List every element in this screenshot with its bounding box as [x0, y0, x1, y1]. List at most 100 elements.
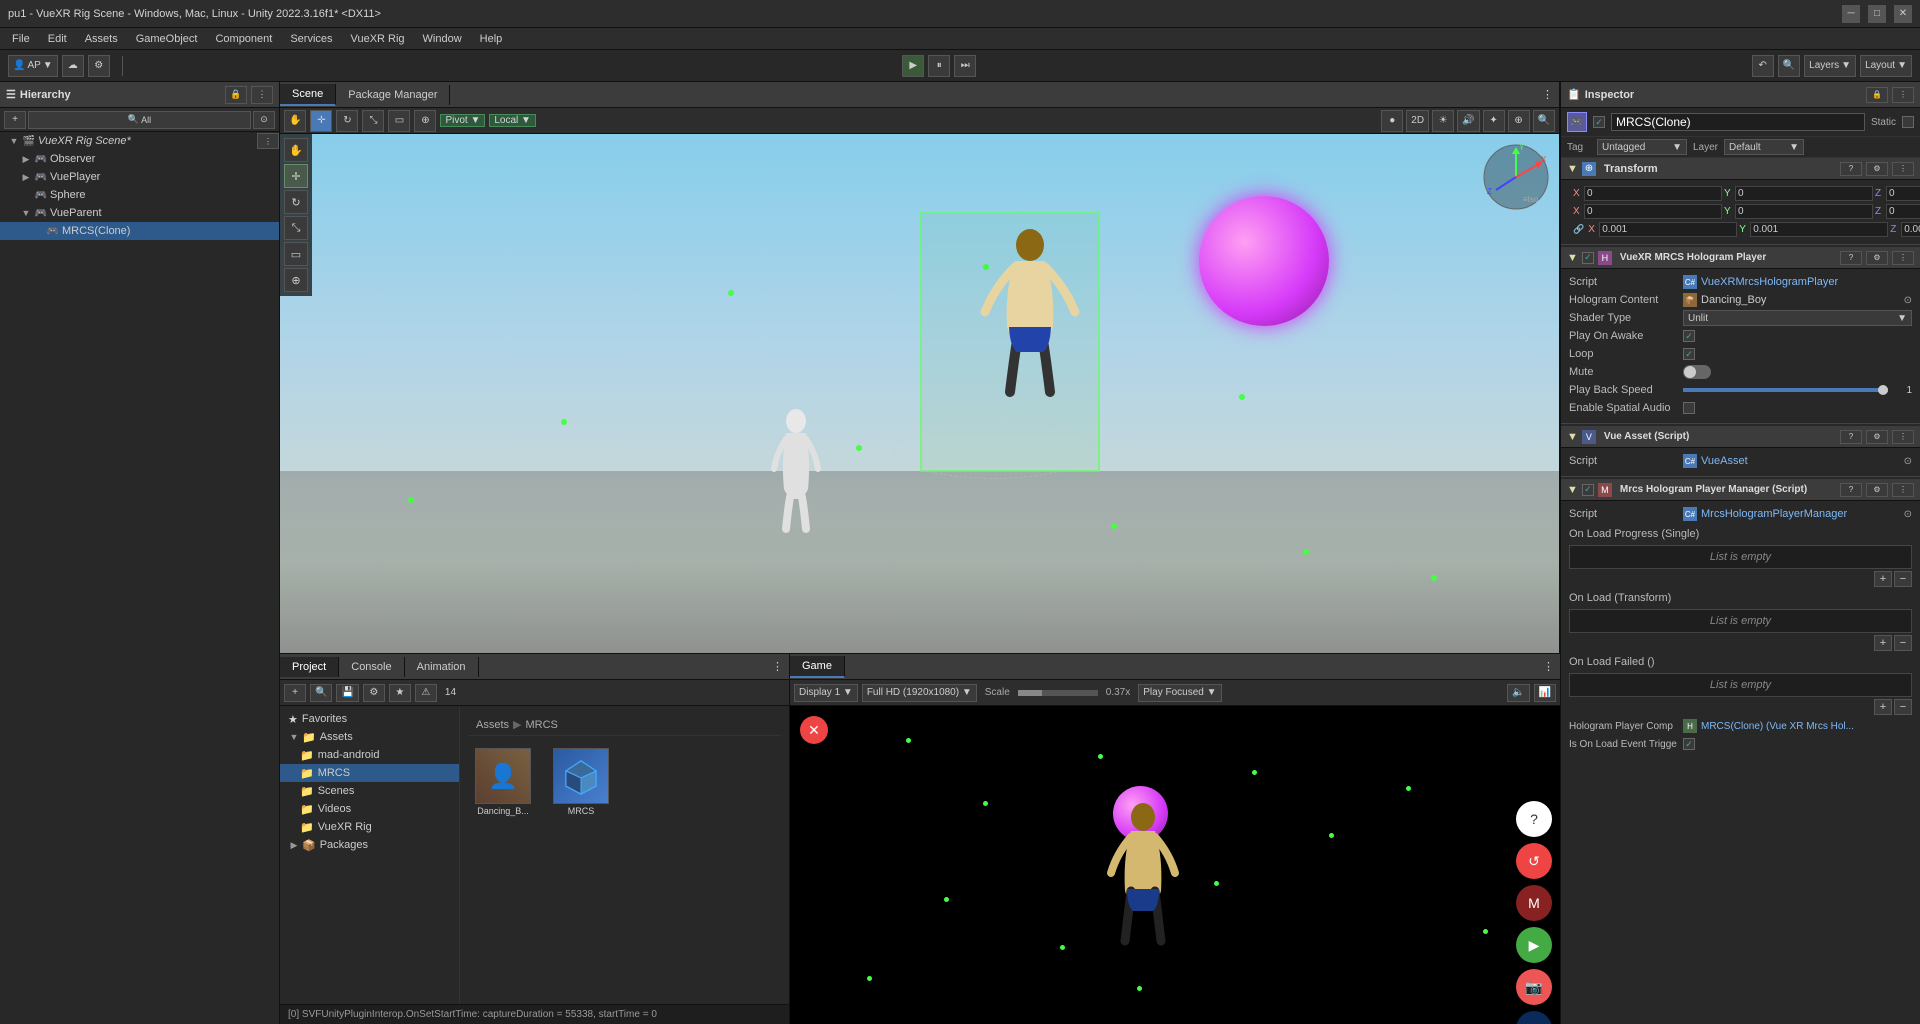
hierarchy-item-sphere[interactable]: 🎮 Sphere	[0, 186, 279, 204]
rotation-z-field[interactable]	[1886, 204, 1920, 219]
position-x-field[interactable]	[1584, 186, 1722, 201]
scale-y-field[interactable]	[1750, 222, 1888, 237]
scene-tab-menu-icon[interactable]: ⋮	[1536, 88, 1559, 101]
manager-active-checkbox[interactable]	[1582, 484, 1594, 496]
hand-tool[interactable]: ✋	[284, 138, 308, 162]
hand-tool-button[interactable]: ✋	[284, 110, 306, 132]
game-display-dropdown[interactable]: Display 1 ▼	[794, 684, 858, 702]
manager-script-target-button[interactable]: ⊙	[1904, 509, 1912, 520]
component-active-checkbox[interactable]	[1582, 252, 1594, 264]
game-meta-button[interactable]: M	[1516, 885, 1552, 921]
hierarchy-item-vueparent[interactable]: ▼ 🎮 VueParent	[0, 204, 279, 222]
menu-window[interactable]: Window	[415, 31, 470, 47]
play-on-awake-checkbox[interactable]	[1683, 330, 1695, 342]
hologram-content-target-button[interactable]: ⊙	[1904, 295, 1912, 306]
on-load-progress-add-button[interactable]: +	[1874, 571, 1892, 587]
rotation-x-field[interactable]	[1584, 204, 1722, 219]
project-add-button[interactable]: +	[284, 684, 306, 702]
pivot-dropdown[interactable]: Pivot ▼	[440, 114, 485, 127]
project-warning-button[interactable]: ⚠	[415, 684, 437, 702]
hierarchy-item-vueplayer[interactable]: ▶ 🎮 VuePlayer	[0, 168, 279, 186]
manager-menu-button[interactable]: ⋮	[1892, 483, 1914, 497]
mad-android-item[interactable]: 📁 mad-android	[280, 746, 459, 764]
object-name-field[interactable]	[1611, 113, 1865, 131]
spatial-audio-checkbox[interactable]	[1683, 402, 1695, 414]
game-tab[interactable]: Game	[790, 656, 845, 678]
project-menu-icon[interactable]: ⋮	[766, 660, 789, 673]
audio-button[interactable]: 🔊	[1457, 110, 1479, 132]
position-y-field[interactable]	[1735, 186, 1873, 201]
scene-menu-button[interactable]: ⋮	[257, 133, 279, 149]
scale-x-field[interactable]	[1599, 222, 1737, 237]
rect-tool-button[interactable]: ▭	[388, 110, 410, 132]
cloud-button[interactable]: ☁	[62, 55, 84, 77]
custom-tool[interactable]: ⊕	[284, 268, 308, 292]
scale-slider[interactable]	[1018, 690, 1098, 696]
step-button[interactable]: ⏭	[954, 55, 976, 77]
hierarchy-add-button[interactable]: +	[4, 111, 26, 129]
is-on-load-event-checkbox[interactable]	[1683, 738, 1695, 750]
on-load-failed-add-button[interactable]: +	[1874, 699, 1892, 715]
close-button[interactable]: ✕	[1894, 5, 1912, 23]
project-star-button[interactable]: ★	[389, 684, 411, 702]
loop-checkbox[interactable]	[1683, 348, 1695, 360]
transform-header[interactable]: ▼ ⊕ Transform ? ⚙ ⋮	[1561, 158, 1920, 180]
menu-file[interactable]: File	[4, 31, 38, 47]
on-load-remove-button[interactable]: −	[1894, 635, 1912, 651]
tag-dropdown[interactable]: Untagged ▼	[1597, 139, 1687, 155]
layout-button[interactable]: Layout ▼	[1860, 55, 1912, 77]
menu-services[interactable]: Services	[282, 31, 340, 47]
game-resolution-dropdown[interactable]: Full HD (1920x1080) ▼	[862, 684, 977, 702]
on-load-failed-remove-button[interactable]: −	[1894, 699, 1912, 715]
inspector-lock-button[interactable]: 🔒	[1866, 87, 1888, 103]
game-play-button[interactable]: ▶	[1516, 927, 1552, 963]
project-tab[interactable]: Project	[280, 657, 339, 677]
on-load-progress-remove-button[interactable]: −	[1894, 571, 1912, 587]
hierarchy-item-scene[interactable]: ▼ 🎬 VueXR Rig Scene* ⋮	[0, 132, 279, 150]
project-filter-button[interactable]: ⚙	[363, 684, 385, 702]
game-close-button[interactable]: ✕	[800, 716, 828, 744]
game-refresh-button[interactable]: ↺	[1516, 843, 1552, 879]
package-manager-tab[interactable]: Package Manager	[336, 85, 450, 105]
inspector-menu-button[interactable]: ⋮	[1892, 87, 1914, 103]
minimize-button[interactable]: ─	[1842, 5, 1860, 23]
hologram-settings-button[interactable]: ⚙	[1866, 251, 1888, 265]
undo-button[interactable]: ↶	[1752, 55, 1774, 77]
maximize-button[interactable]: □	[1868, 5, 1886, 23]
position-z-field[interactable]	[1886, 186, 1920, 201]
scenes-item[interactable]: 📁 Scenes	[280, 782, 459, 800]
game-mute-button[interactable]: 🔈	[1507, 684, 1529, 702]
game-help-button[interactable]: ?	[1516, 801, 1552, 837]
search-button[interactable]: 🔍	[1778, 55, 1800, 77]
transform-help-button[interactable]: ?	[1840, 162, 1862, 176]
hierarchy-search-button[interactable]: 🔍 All	[28, 111, 251, 129]
rotation-y-field[interactable]	[1735, 204, 1873, 219]
favorites-item[interactable]: ★ Favorites	[280, 710, 459, 728]
mrcs-folder-item[interactable]: 📁 MRCS	[280, 764, 459, 782]
hierarchy-menu-button[interactable]: ⋮	[251, 86, 273, 104]
object-active-checkbox[interactable]	[1593, 116, 1605, 128]
game-tab-menu[interactable]: ⋮	[1537, 660, 1560, 673]
scene-tab[interactable]: Scene	[280, 84, 336, 106]
hologram-menu-button[interactable]: ⋮	[1892, 251, 1914, 265]
assets-item[interactable]: ▼ 📁 Assets	[280, 728, 459, 746]
rotate-tool-button[interactable]: ↻	[336, 110, 358, 132]
videos-item[interactable]: 📁 Videos	[280, 800, 459, 818]
on-load-add-button[interactable]: +	[1874, 635, 1892, 651]
local-dropdown[interactable]: Local ▼	[489, 114, 536, 127]
hierarchy-lock-button[interactable]: 🔒	[225, 86, 247, 104]
shader-dropdown[interactable]: Unlit ▼	[1683, 310, 1912, 326]
menu-edit[interactable]: Edit	[40, 31, 75, 47]
transform-menu-button[interactable]: ⋮	[1892, 162, 1914, 176]
file-item-mrcs[interactable]: MRCS	[546, 744, 616, 820]
menu-component[interactable]: Component	[207, 31, 280, 47]
breadcrumb-mrcs[interactable]: MRCS	[525, 719, 557, 731]
manager-settings-button[interactable]: ⚙	[1866, 483, 1888, 497]
vue-script-target-button[interactable]: ⊙	[1904, 456, 1912, 467]
hierarchy-item-observer[interactable]: ▶ 🎮 Observer	[0, 150, 279, 168]
scale-tool[interactable]: ⤡	[284, 216, 308, 240]
play-focused-button[interactable]: Play Focused ▼	[1138, 684, 1221, 702]
scale-z-field[interactable]	[1901, 222, 1920, 237]
pause-button[interactable]: ⏸	[928, 55, 950, 77]
game-stats-button[interactable]: 📊	[1534, 684, 1556, 702]
